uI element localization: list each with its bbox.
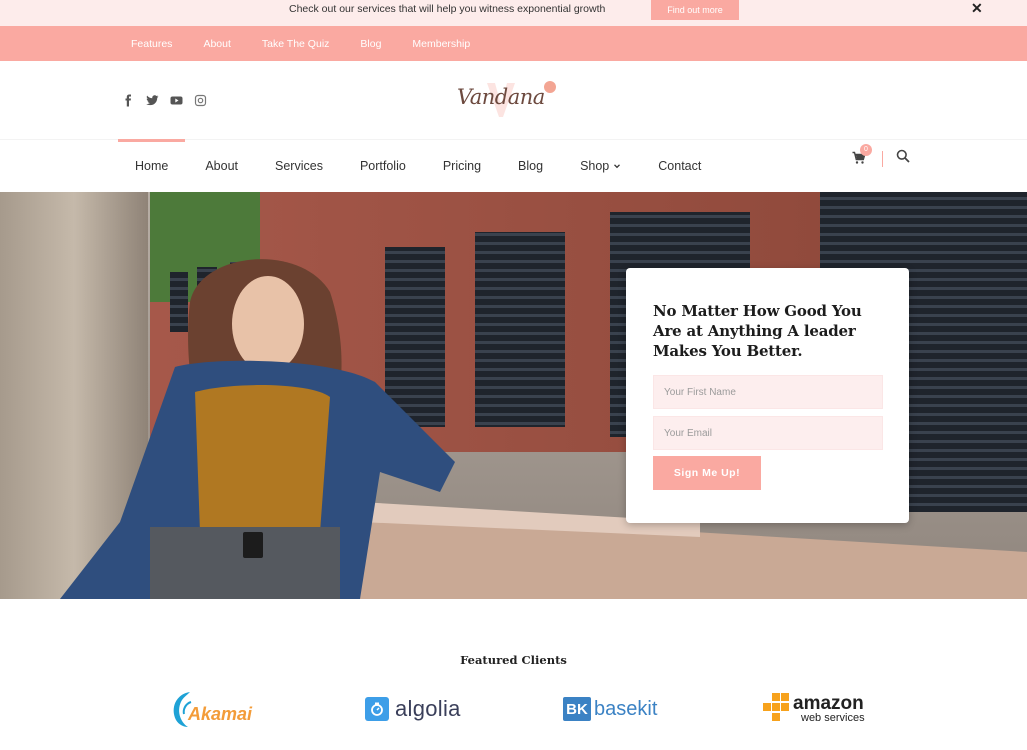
top-nav: Features About Take The Quiz Blog Member… (0, 26, 1027, 61)
nav-portfolio[interactable]: Portfolio (360, 159, 406, 173)
nav-home[interactable]: Home (135, 159, 168, 173)
top-nav-membership[interactable]: Membership (412, 38, 470, 50)
nav-contact[interactable]: Contact (658, 159, 701, 173)
top-nav-blog[interactable]: Blog (360, 38, 381, 50)
aws-cubes-icon (763, 693, 789, 721)
logo-text: Vandana (457, 85, 545, 109)
amazon-text: amazon (793, 693, 864, 714)
top-nav-about[interactable]: About (203, 38, 230, 50)
social-links (122, 94, 207, 107)
site-logo[interactable]: Vandana (457, 79, 567, 125)
amazon-wordmark: amazon web services (793, 694, 865, 724)
signup-heading: No Matter How Good You Are at Anything A… (653, 301, 883, 361)
site-header: Vandana 0 (0, 61, 1027, 167)
sign-me-up-button[interactable]: Sign Me Up! (653, 456, 761, 490)
algolia-text: algolia (395, 696, 461, 721)
client-logo-akamai: Akamai (170, 688, 252, 730)
nav-shop[interactable]: Shop (580, 159, 621, 173)
algolia-stopwatch-icon (365, 697, 389, 721)
rose-icon (544, 81, 556, 93)
nav-pricing[interactable]: Pricing (443, 159, 481, 173)
active-nav-indicator (118, 139, 185, 142)
client-logo-basekit: BK basekit (563, 688, 657, 730)
basekit-bk-icon: BK (563, 697, 591, 721)
client-logo-algolia: algolia (365, 688, 461, 730)
client-logo-amazon: amazon web services (762, 688, 865, 730)
chevron-down-icon (614, 164, 621, 169)
nav-services[interactable]: Services (275, 159, 323, 173)
facebook-icon[interactable] (122, 94, 135, 107)
heading-line: No Matter How Good You (653, 302, 862, 320)
top-nav-take-the-quiz[interactable]: Take The Quiz (262, 38, 330, 50)
nav-shop-label: Shop (580, 159, 610, 173)
heading-line: Makes You Better. (653, 342, 803, 360)
instagram-icon[interactable] (194, 94, 207, 107)
find-out-more-button[interactable]: Find out more (651, 0, 739, 20)
top-nav-features[interactable]: Features (131, 38, 172, 50)
nav-about[interactable]: About (205, 159, 238, 173)
first-name-input[interactable] (653, 375, 883, 409)
nav-blog[interactable]: Blog (518, 159, 543, 173)
close-icon[interactable]: ✕ (971, 0, 983, 17)
youtube-icon[interactable] (170, 94, 183, 107)
email-input[interactable] (653, 416, 883, 450)
main-nav: Home About Services Portfolio Pricing Bl… (0, 139, 1027, 192)
announcement-text: Check out our services that will help yo… (289, 3, 606, 15)
twitter-icon[interactable] (146, 94, 159, 107)
signup-card: No Matter How Good You Are at Anything A… (626, 268, 909, 523)
akamai-text: Akamai (188, 703, 253, 724)
heading-line: Are at Anything A leader (653, 322, 856, 340)
basekit-text: basekit (594, 697, 658, 720)
announcement-bar: Check out our services that will help yo… (0, 0, 1027, 26)
featured-clients-title: Featured Clients (460, 653, 567, 667)
amazon-subtext: web services (801, 712, 865, 724)
